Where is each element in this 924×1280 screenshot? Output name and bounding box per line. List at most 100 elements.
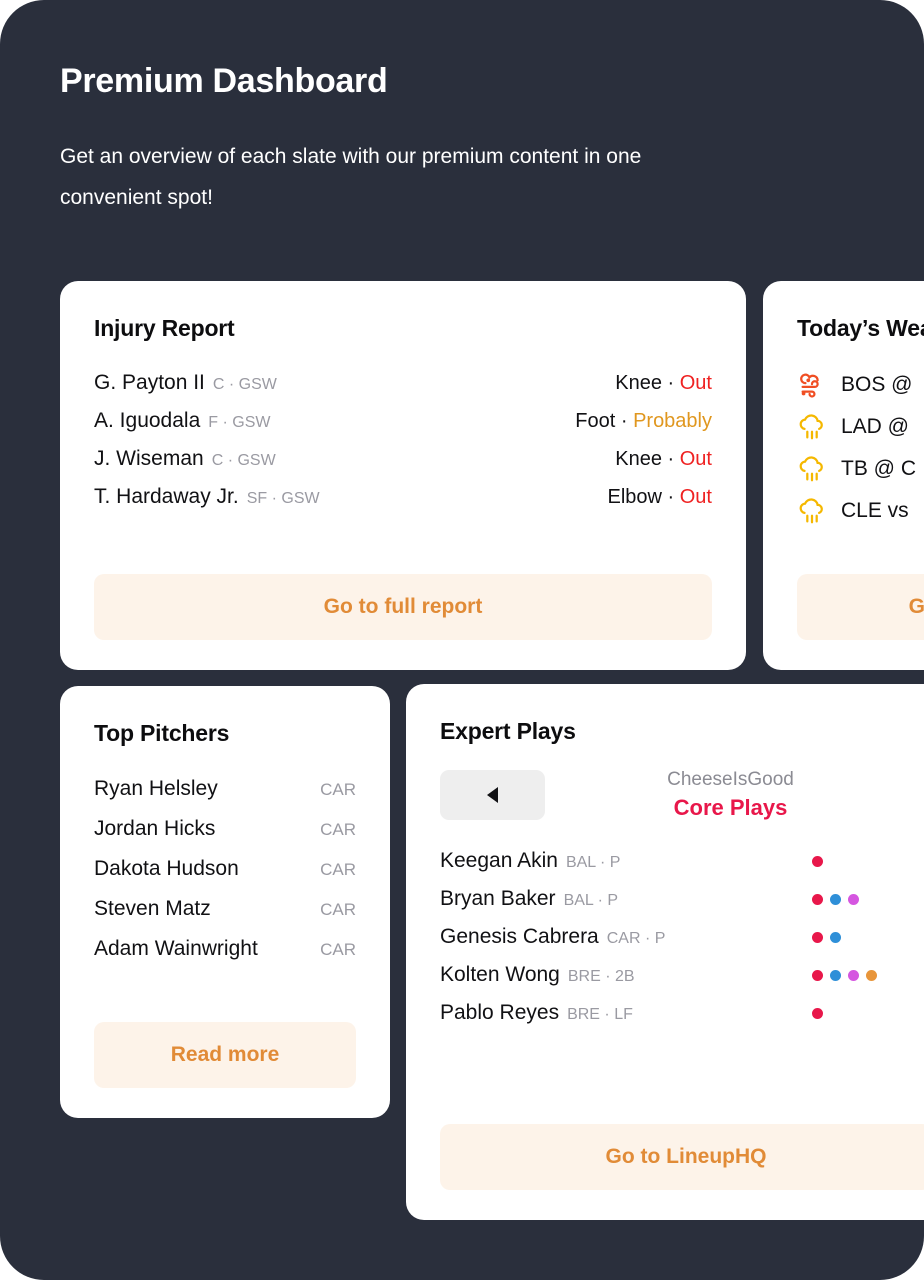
- wind-cloud-icon: [797, 370, 827, 400]
- pitcher-row: Jordan Hicks CAR: [94, 809, 356, 849]
- weather-row: LAD @: [797, 406, 924, 448]
- pitcher-name: Ryan Helsley: [94, 777, 218, 800]
- player-name: A. Iguodala: [94, 409, 201, 432]
- pitcher-team: CAR: [320, 820, 356, 839]
- play-dot: [812, 893, 823, 905]
- play-dot: [812, 855, 823, 867]
- expert-play-info: Bryan Baker BAL · P: [440, 887, 812, 911]
- pitcher-row: Adam Wainwright CAR: [94, 929, 356, 969]
- weather-matchup: TB @ C: [841, 457, 916, 480]
- player-name: Keegan Akin: [440, 849, 558, 873]
- expert-play-dots: [812, 931, 924, 943]
- injury-row: T. Hardaway Jr. SF · GSW Elbow · Out: [94, 478, 712, 516]
- top-pitchers-title: Top Pitchers: [94, 720, 230, 746]
- injury-status-label: Out: [679, 372, 712, 394]
- rain-cloud-icon: [797, 454, 827, 484]
- expert-identity: CheeseIsGood Core Plays: [545, 767, 924, 822]
- weather-matchup: BOS @: [841, 373, 913, 396]
- pitcher-name: Jordan Hicks: [94, 817, 216, 840]
- injury-row: A. Iguodala F · GSW Foot · Probably: [94, 402, 712, 440]
- weather-card: Today’s Weather BOS @ LAD @ TB @ C CLE vs…: [763, 281, 924, 670]
- expert-play-info: Pablo Reyes BRE · LF: [440, 1001, 812, 1025]
- injury-status: Foot · Probably: [575, 410, 712, 433]
- pitcher-team: CAR: [320, 860, 356, 879]
- expert-prev-button[interactable]: [440, 769, 545, 820]
- expert-plays-title: Expert Plays: [440, 718, 576, 744]
- pitcher-row: Steven Matz CAR: [94, 889, 356, 929]
- player-position-team: C · GSW: [212, 376, 277, 393]
- injury-report-title: Injury Report: [94, 315, 235, 341]
- expert-plays-list: Keegan Akin BAL · P Bryan Baker BAL · P Gene…: [440, 842, 924, 1032]
- pitcher-name: Dakota Hudson: [94, 857, 239, 880]
- weather-title: Today’s Weather: [797, 315, 924, 341]
- expert-plays-card: Expert Plays CheeseIsGood Core Plays Kee…: [406, 684, 924, 1220]
- expert-plays-cta-button[interactable]: Go to LineupHQ: [440, 1124, 924, 1190]
- expert-play-row: Pablo Reyes BRE · LF: [440, 994, 924, 1032]
- player-position-team: BRE · LF: [567, 1006, 633, 1024]
- play-dot: [830, 969, 841, 981]
- dashboard-screen: Premium Dashboard Get an overview of eac…: [0, 0, 924, 1280]
- pitcher-team: CAR: [320, 780, 356, 799]
- weather-row: TB @ C: [797, 448, 924, 490]
- player-position-team: BAL · P: [565, 854, 621, 872]
- player-position-team: BRE · 2B: [567, 968, 635, 986]
- page-subtitle: Get an overview of each slate with our p…: [60, 145, 642, 210]
- play-dot: [830, 931, 841, 943]
- play-dot: [812, 931, 823, 943]
- top-pitchers-list: Ryan Helsley CAR Jordan Hicks CAR Dakota Hud…: [94, 769, 356, 969]
- pitcher-team: CAR: [320, 900, 356, 919]
- injury-report-cta-button[interactable]: Go to full report: [94, 574, 712, 640]
- rain-cloud-icon: [797, 412, 827, 442]
- injury-body-part: Elbow ·: [607, 486, 680, 508]
- injury-status: Knee · Out: [615, 448, 712, 471]
- injury-row: G. Payton II C · GSW Knee · Out: [94, 364, 712, 402]
- injury-row-left: G. Payton II C · GSW: [94, 371, 277, 395]
- injury-body-part: Knee ·: [615, 448, 680, 470]
- expert-play-info: Genesis Cabrera CAR · P: [440, 925, 812, 949]
- play-dot: [848, 893, 859, 905]
- expert-category: Core Plays: [673, 794, 788, 820]
- expert-plays-header: CheeseIsGood Core Plays: [440, 767, 924, 822]
- injury-row-left: J. Wiseman C · GSW: [94, 447, 276, 471]
- pitcher-row: Ryan Helsley CAR: [94, 769, 356, 809]
- play-dot: [812, 969, 823, 981]
- expert-play-dots: [812, 969, 924, 981]
- expert-play-info: Keegan Akin BAL · P: [440, 849, 812, 873]
- expert-play-info: Kolten Wong BRE · 2B: [440, 963, 812, 987]
- page-header: Premium Dashboard Get an overview of eac…: [0, 0, 924, 219]
- injury-status: Knee · Out: [615, 372, 712, 395]
- weather-cta-button[interactable]: Go to full report: [797, 574, 924, 640]
- pitcher-team: CAR: [320, 940, 356, 959]
- weather-matchup: CLE vs: [841, 499, 909, 522]
- player-position-team: BAL · P: [563, 892, 619, 910]
- expert-username: CheeseIsGood: [667, 769, 794, 790]
- player-position-team: SF · GSW: [246, 490, 320, 507]
- injury-body-part: Foot ·: [575, 410, 634, 432]
- injury-status: Elbow · Out: [608, 486, 713, 509]
- play-dot: [866, 969, 877, 981]
- injury-report-list: G. Payton II C · GSW Knee · Out A. Iguodala…: [94, 364, 712, 516]
- page-title: Premium Dashboard: [60, 62, 388, 100]
- play-dot: [848, 969, 859, 981]
- player-name: Pablo Reyes: [440, 1001, 560, 1025]
- expert-play-dots: [812, 893, 924, 905]
- play-dot: [830, 893, 841, 905]
- injury-row-left: T. Hardaway Jr. SF · GSW: [94, 485, 320, 509]
- injury-status-label: Probably: [633, 410, 712, 432]
- triangle-left-icon: [487, 786, 498, 803]
- weather-matchup: LAD @: [841, 415, 910, 438]
- injury-status-label: Out: [679, 448, 712, 470]
- injury-status-label: Out: [679, 486, 712, 508]
- injury-row-left: A. Iguodala F · GSW: [94, 409, 270, 433]
- top-pitchers-cta-button[interactable]: Read more: [94, 1022, 356, 1088]
- player-position-team: F · GSW: [208, 414, 271, 431]
- expert-play-dots: [812, 855, 924, 867]
- player-position-team: CAR · P: [606, 930, 666, 948]
- expert-play-row: Kolten Wong BRE · 2B: [440, 956, 924, 994]
- pitcher-name: Adam Wainwright: [94, 937, 258, 960]
- expert-play-dots: [812, 1007, 924, 1019]
- play-dot: [812, 1007, 823, 1019]
- injury-body-part: Knee ·: [615, 372, 680, 394]
- weather-list: BOS @ LAD @ TB @ C CLE vs: [797, 364, 924, 532]
- player-name: Kolten Wong: [440, 963, 560, 987]
